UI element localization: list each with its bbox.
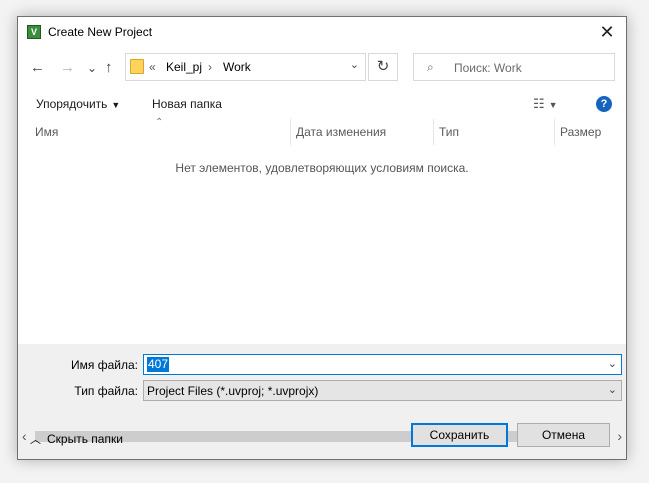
up-arrow-icon[interactable]: ↑ [105, 60, 113, 76]
hide-folders-button[interactable]: ︿ Скрыть папки [30, 431, 123, 447]
scroll-left-icon[interactable]: ‹ [22, 428, 27, 445]
keil-app-icon: V [27, 25, 41, 39]
back-arrow-icon[interactable]: ← [30, 60, 45, 76]
organize-menu-button[interactable]: Упорядочить ▼ [36, 97, 120, 111]
caret-down-icon: ▼ [111, 100, 121, 110]
search-icon: ⌕ [427, 60, 434, 74]
save-button[interactable]: Сохранить [411, 423, 508, 447]
command-bar: Упорядочить ▼ Новая папка ☷ ▼ ? [18, 88, 626, 119]
breadcrumb-separator-icon: › [208, 60, 212, 74]
search-box[interactable]: ⌕ Поиск: Work [413, 53, 615, 81]
view-options-button[interactable]: ☷ ▼ [533, 96, 558, 112]
chevron-down-icon[interactable]: ⌄ [350, 58, 359, 71]
forward-arrow-icon[interactable]: → [60, 60, 75, 76]
title-bar: V Create New Project ✕ [18, 17, 626, 48]
chevron-up-icon: ︿ [30, 434, 41, 446]
filetype-value: Project Files (*.uvproj; *.uvprojx) [147, 384, 319, 398]
filename-label: Имя файла: [71, 358, 138, 372]
window-title: Create New Project [48, 25, 153, 39]
view-list-icon: ☷ [533, 96, 545, 111]
save-dialog: V Create New Project ✕ ← → ⌄ ↑ « Keil_pj… [17, 16, 627, 460]
column-header-type[interactable]: Тип [439, 119, 459, 145]
filetype-select[interactable]: Project Files (*.uvproj; *.uvprojx) ⌄ [143, 380, 622, 401]
close-button[interactable]: ✕ [588, 17, 626, 48]
caret-down-icon: ▼ [548, 100, 558, 110]
column-header-date-modified[interactable]: Дата изменения [296, 119, 386, 145]
navigation-bar: ← → ⌄ ↑ « Keil_pj › Work ⌄ ↻ ⌕ Поиск: Wo… [18, 48, 626, 88]
recent-locations-chevron-icon[interactable]: ⌄ [87, 60, 97, 76]
file-list[interactable]: ⌃ Имя Дата изменения Тип Размер Нет элем… [18, 117, 626, 445]
column-header-name[interactable]: Имя [35, 119, 58, 145]
filename-field[interactable]: 407 ⌄ [143, 354, 622, 375]
folder-icon [130, 59, 144, 74]
address-bar[interactable]: « Keil_pj › Work ⌄ [125, 53, 366, 81]
help-icon[interactable]: ? [596, 96, 612, 112]
chevron-down-icon[interactable]: ⌄ [608, 357, 617, 370]
new-folder-button[interactable]: Новая папка [152, 97, 222, 111]
breadcrumb-keil-pj[interactable]: Keil_pj [166, 60, 202, 74]
column-divider[interactable] [290, 119, 291, 145]
empty-list-message: Нет элементов, удовлетворяющих условиям … [175, 161, 469, 175]
filetype-label: Тип файла: [74, 384, 138, 398]
refresh-icon: ↻ [376, 58, 390, 75]
search-input[interactable]: Поиск: Work [454, 61, 522, 75]
breadcrumb-overflow[interactable]: « [149, 60, 156, 74]
organize-label: Упорядочить [36, 97, 108, 111]
refresh-button[interactable]: ↻ [368, 53, 398, 81]
column-header-size[interactable]: Размер [560, 119, 601, 145]
column-divider[interactable] [554, 119, 555, 145]
cancel-button[interactable]: Отмена [517, 423, 610, 447]
breadcrumb-work[interactable]: Work [223, 60, 251, 74]
hide-folders-label: Скрыть папки [47, 432, 123, 446]
filename-value[interactable]: 407 [147, 357, 170, 372]
chevron-down-icon[interactable]: ⌄ [608, 383, 617, 396]
column-divider[interactable] [433, 119, 434, 145]
sort-ascending-icon: ⌃ [155, 117, 164, 128]
scroll-right-icon[interactable]: › [617, 428, 622, 445]
